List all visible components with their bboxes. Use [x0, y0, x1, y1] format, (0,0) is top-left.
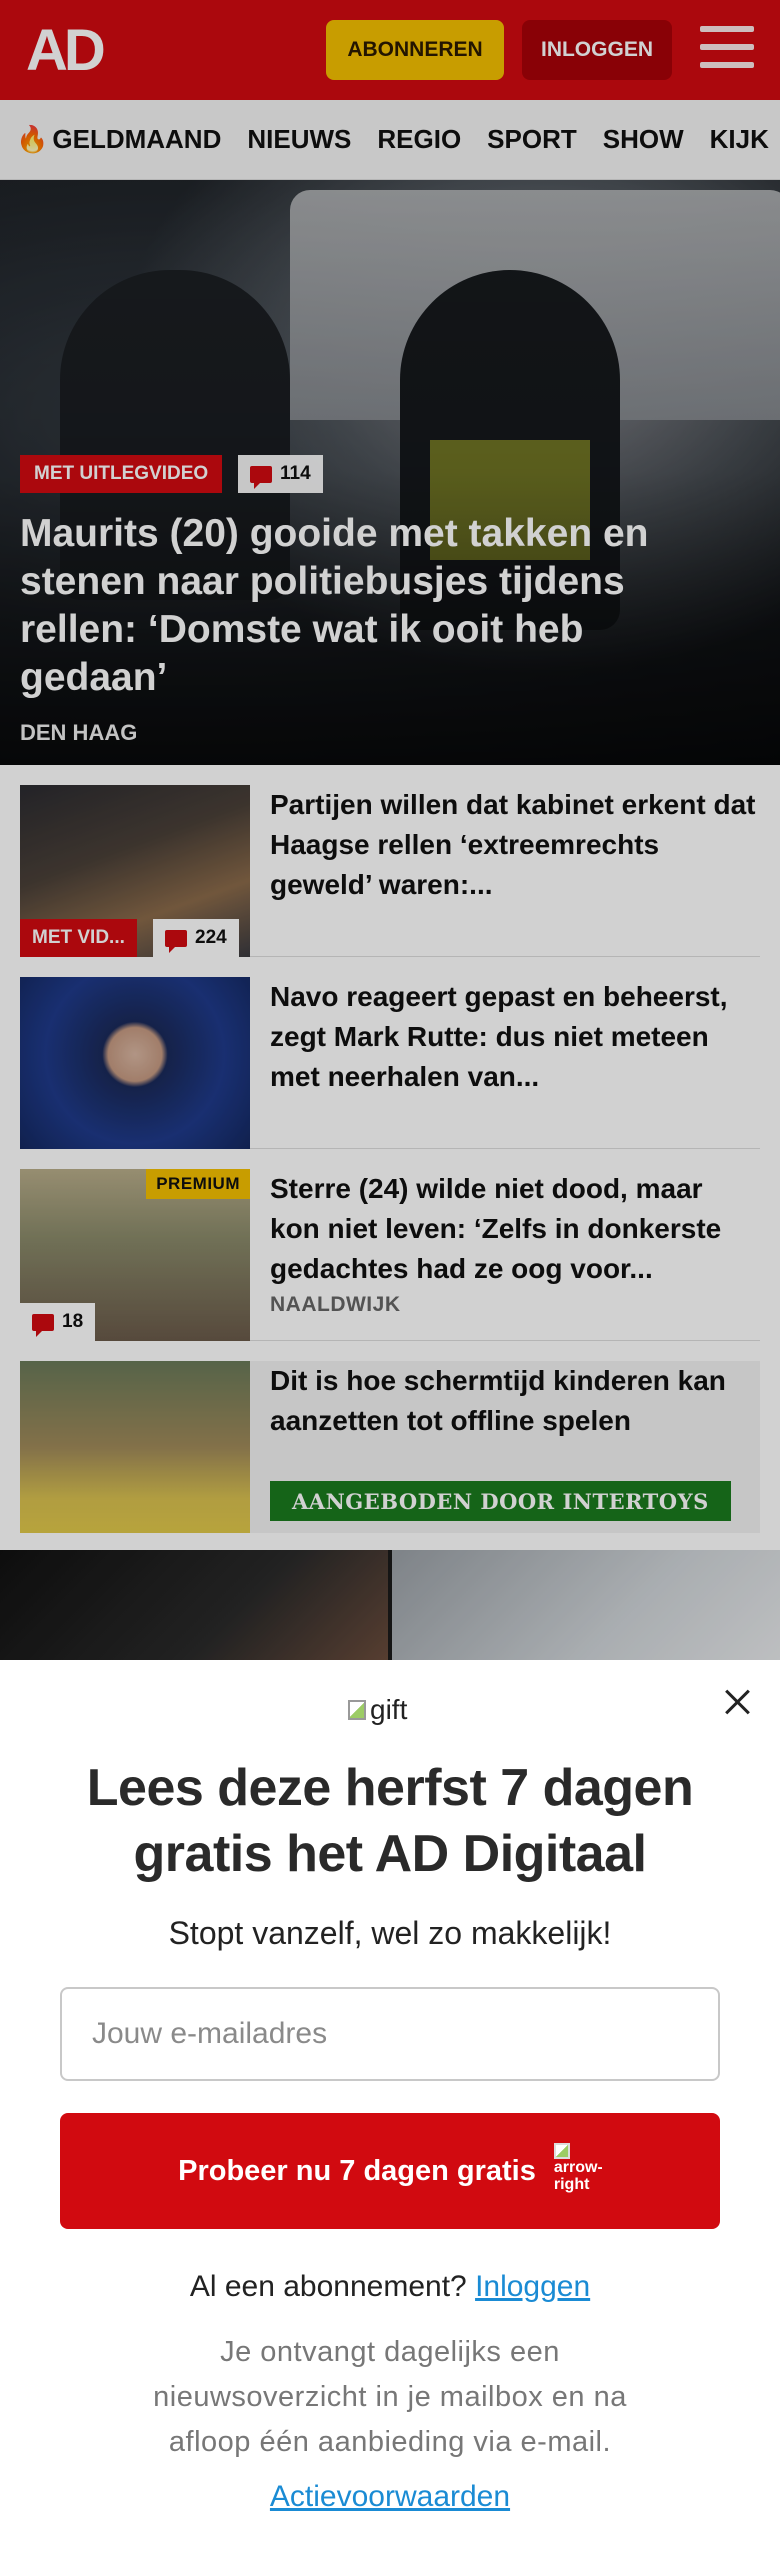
modal-backdrop[interactable] — [0, 0, 780, 1660]
modal-subtitle: Stopt vanzelf, wel zo makkelijk! — [168, 1915, 612, 1951]
terms-link[interactable]: Actievoorwaarden — [40, 2480, 740, 2514]
close-icon[interactable] — [724, 1688, 752, 1716]
login-link[interactable]: Inloggen — [475, 2270, 590, 2303]
login-prompt: Al een abonnement? Inloggen — [189, 2270, 591, 2303]
email-field[interactable] — [60, 1987, 720, 2081]
gift-icon: gift — [348, 1690, 407, 1730]
modal-title: Lees deze herfst 7 dagen gratis het AD D… — [86, 1759, 694, 1883]
modal-info-text: Je ontvangt dagelijks een nieuwsoverzich… — [153, 2336, 627, 2458]
arrow-right-icon: arrow-right — [553, 2143, 602, 2199]
subscription-modal: gift Lees deze herfst 7 dagen gratis het… — [0, 1660, 780, 2560]
start-trial-button[interactable]: Probeer nu 7 dagen gratis arrow-right — [60, 2113, 720, 2229]
